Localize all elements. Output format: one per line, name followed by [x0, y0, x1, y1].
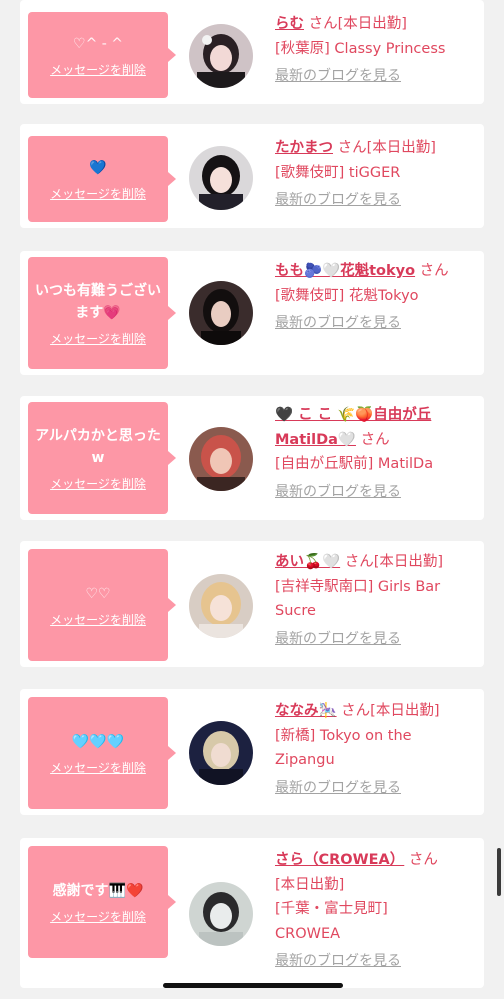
latest-blog-link[interactable]: 最新のブログを見る: [275, 627, 475, 652]
message-card: ♡^ - ^ メッセージを削除 らむ さん[本日出勤] [秋葉原] Classy…: [20, 0, 484, 104]
cast-name-link[interactable]: ななみ🎠: [275, 703, 337, 719]
avatar[interactable]: [189, 427, 253, 491]
message-bubble: 💙 メッセージを削除: [28, 136, 176, 222]
delete-message-link[interactable]: メッセージを削除: [50, 61, 146, 78]
cast-info: 🖤 こ こ 🌾🍑自由が丘MatilDa🤍 さん [自由が丘駅前] MatilDa…: [275, 403, 475, 504]
latest-blog-link[interactable]: 最新のブログを見る: [275, 480, 475, 505]
message-bubble: いつも有難うございます💗 メッセージを削除: [28, 257, 176, 369]
shop-label: [自由が丘駅前] MatilDa: [275, 456, 434, 472]
latest-blog-link[interactable]: 最新のブログを見る: [275, 64, 475, 89]
san-label: さん: [360, 431, 390, 448]
latest-blog-link[interactable]: 最新のブログを見る: [275, 949, 475, 974]
cast-info: あい🍒🤍 さん[本日出勤] [吉祥寺駅南口] Girls Bar Sucre 最…: [275, 550, 475, 651]
message-card: 感謝です🎹❤️ メッセージを削除 さら（CROWEA） さん [本日出勤] [千…: [20, 838, 484, 988]
san-label: さん: [344, 554, 374, 570]
avatar[interactable]: [189, 146, 253, 210]
status-label: [本日出勤]: [373, 554, 444, 570]
cast-name-link[interactable]: たかまつ: [275, 140, 333, 156]
cast-name-link[interactable]: らむ: [275, 16, 304, 32]
status-label: [本日出勤]: [366, 140, 436, 156]
cast-name-link[interactable]: さら（CROWEA）: [275, 852, 404, 868]
shop-label: [歌舞伎町] 花魁Tokyo: [275, 287, 419, 304]
message-card: アルパカかと思ったw メッセージを削除 🖤 こ こ 🌾🍑自由が丘MatilDa🤍…: [20, 396, 484, 520]
message-text: ♡^ - ^: [73, 35, 123, 52]
cast-name-link[interactable]: もも🫐🤍花魁tokyo: [275, 263, 415, 279]
cast-info: さら（CROWEA） さん [本日出勤] [千葉・富士見町] CROWEA 最新…: [275, 848, 475, 974]
message-bubble: 感謝です🎹❤️ メッセージを削除: [28, 846, 176, 958]
message-card: ♡♡ メッセージを削除 あい🍒🤍 さん[本日出勤] [吉祥寺駅南口] Girls…: [20, 541, 484, 667]
cast-info: らむ さん[本日出勤] [秋葉原] Classy Princess 最新のブログ…: [275, 12, 475, 89]
message-text: アルパカかと思ったw: [35, 427, 161, 466]
shop-label: [千葉・富士見町] CROWEA: [275, 901, 388, 942]
avatar[interactable]: [189, 574, 253, 638]
shop-label: [歌舞伎町] tiGGER: [275, 164, 401, 181]
message-card: 💙 メッセージを削除 たかまつ さん[本日出勤] [歌舞伎町] tiGGER 最…: [20, 124, 484, 228]
message-card: 🩵🩵🩵 メッセージを削除 ななみ🎠 さん[本日出勤] [新橋] Tokyo on…: [20, 689, 484, 815]
scrollbar[interactable]: [497, 848, 501, 896]
delete-message-link[interactable]: メッセージを削除: [50, 475, 146, 492]
avatar[interactable]: [189, 24, 253, 88]
message-text: ♡♡: [85, 585, 111, 602]
avatar[interactable]: [189, 281, 253, 345]
cast-info: もも🫐🤍花魁tokyo さん [歌舞伎町] 花魁Tokyo 最新のブログを見る: [275, 259, 475, 336]
delete-message-link[interactable]: メッセージを削除: [50, 611, 146, 628]
shop-label: [秋葉原] Classy Princess: [275, 40, 446, 57]
message-text: 💙: [89, 159, 107, 176]
cast-name-link[interactable]: あい🍒🤍: [275, 554, 340, 570]
latest-blog-link[interactable]: 最新のブログを見る: [275, 311, 475, 336]
message-text: いつも有難うございます💗: [35, 282, 161, 321]
shop-label: [新橋] Tokyo on the Zipangu: [275, 727, 412, 769]
shop-label: [吉祥寺駅南口] Girls Bar Sucre: [275, 578, 441, 620]
san-label: さん: [308, 16, 338, 32]
message-bubble: 🩵🩵🩵 メッセージを削除: [28, 697, 176, 809]
san-label: さん: [337, 140, 367, 156]
cast-info: ななみ🎠 さん[本日出勤] [新橋] Tokyo on the Zipangu …: [275, 699, 475, 800]
message-bubble: ♡^ - ^ メッセージを削除: [28, 12, 176, 98]
latest-blog-link[interactable]: 最新のブログを見る: [275, 776, 475, 801]
delete-message-link[interactable]: メッセージを削除: [50, 330, 146, 347]
san-label: さん: [341, 703, 371, 719]
message-bubble: アルパカかと思ったw メッセージを削除: [28, 402, 176, 514]
message-text: 感謝です🎹❤️: [52, 882, 144, 899]
delete-message-link[interactable]: メッセージを削除: [50, 908, 146, 925]
status-label: [本日出勤]: [370, 703, 440, 719]
san-label: さん: [419, 263, 449, 279]
delete-message-link[interactable]: メッセージを削除: [50, 759, 146, 776]
avatar[interactable]: [189, 721, 253, 785]
message-bubble: ♡♡ メッセージを削除: [28, 549, 176, 661]
home-indicator[interactable]: [163, 983, 343, 988]
message-card: いつも有難うございます💗 メッセージを削除 もも🫐🤍花魁tokyo さん [歌舞…: [20, 251, 484, 375]
status-label: [本日出勤]: [275, 876, 345, 893]
san-label: さん: [408, 852, 438, 868]
delete-message-link[interactable]: メッセージを削除: [50, 185, 146, 202]
status-label: [本日出勤]: [337, 16, 407, 32]
cast-info: たかまつ さん[本日出勤] [歌舞伎町] tiGGER 最新のブログを見る: [275, 136, 475, 213]
latest-blog-link[interactable]: 最新のブログを見る: [275, 188, 475, 213]
cast-name-link[interactable]: 🖤 こ こ 🌾🍑自由が丘MatilDa🤍: [275, 407, 431, 448]
message-text: 🩵🩵🩵: [71, 733, 125, 750]
avatar[interactable]: [189, 882, 253, 946]
